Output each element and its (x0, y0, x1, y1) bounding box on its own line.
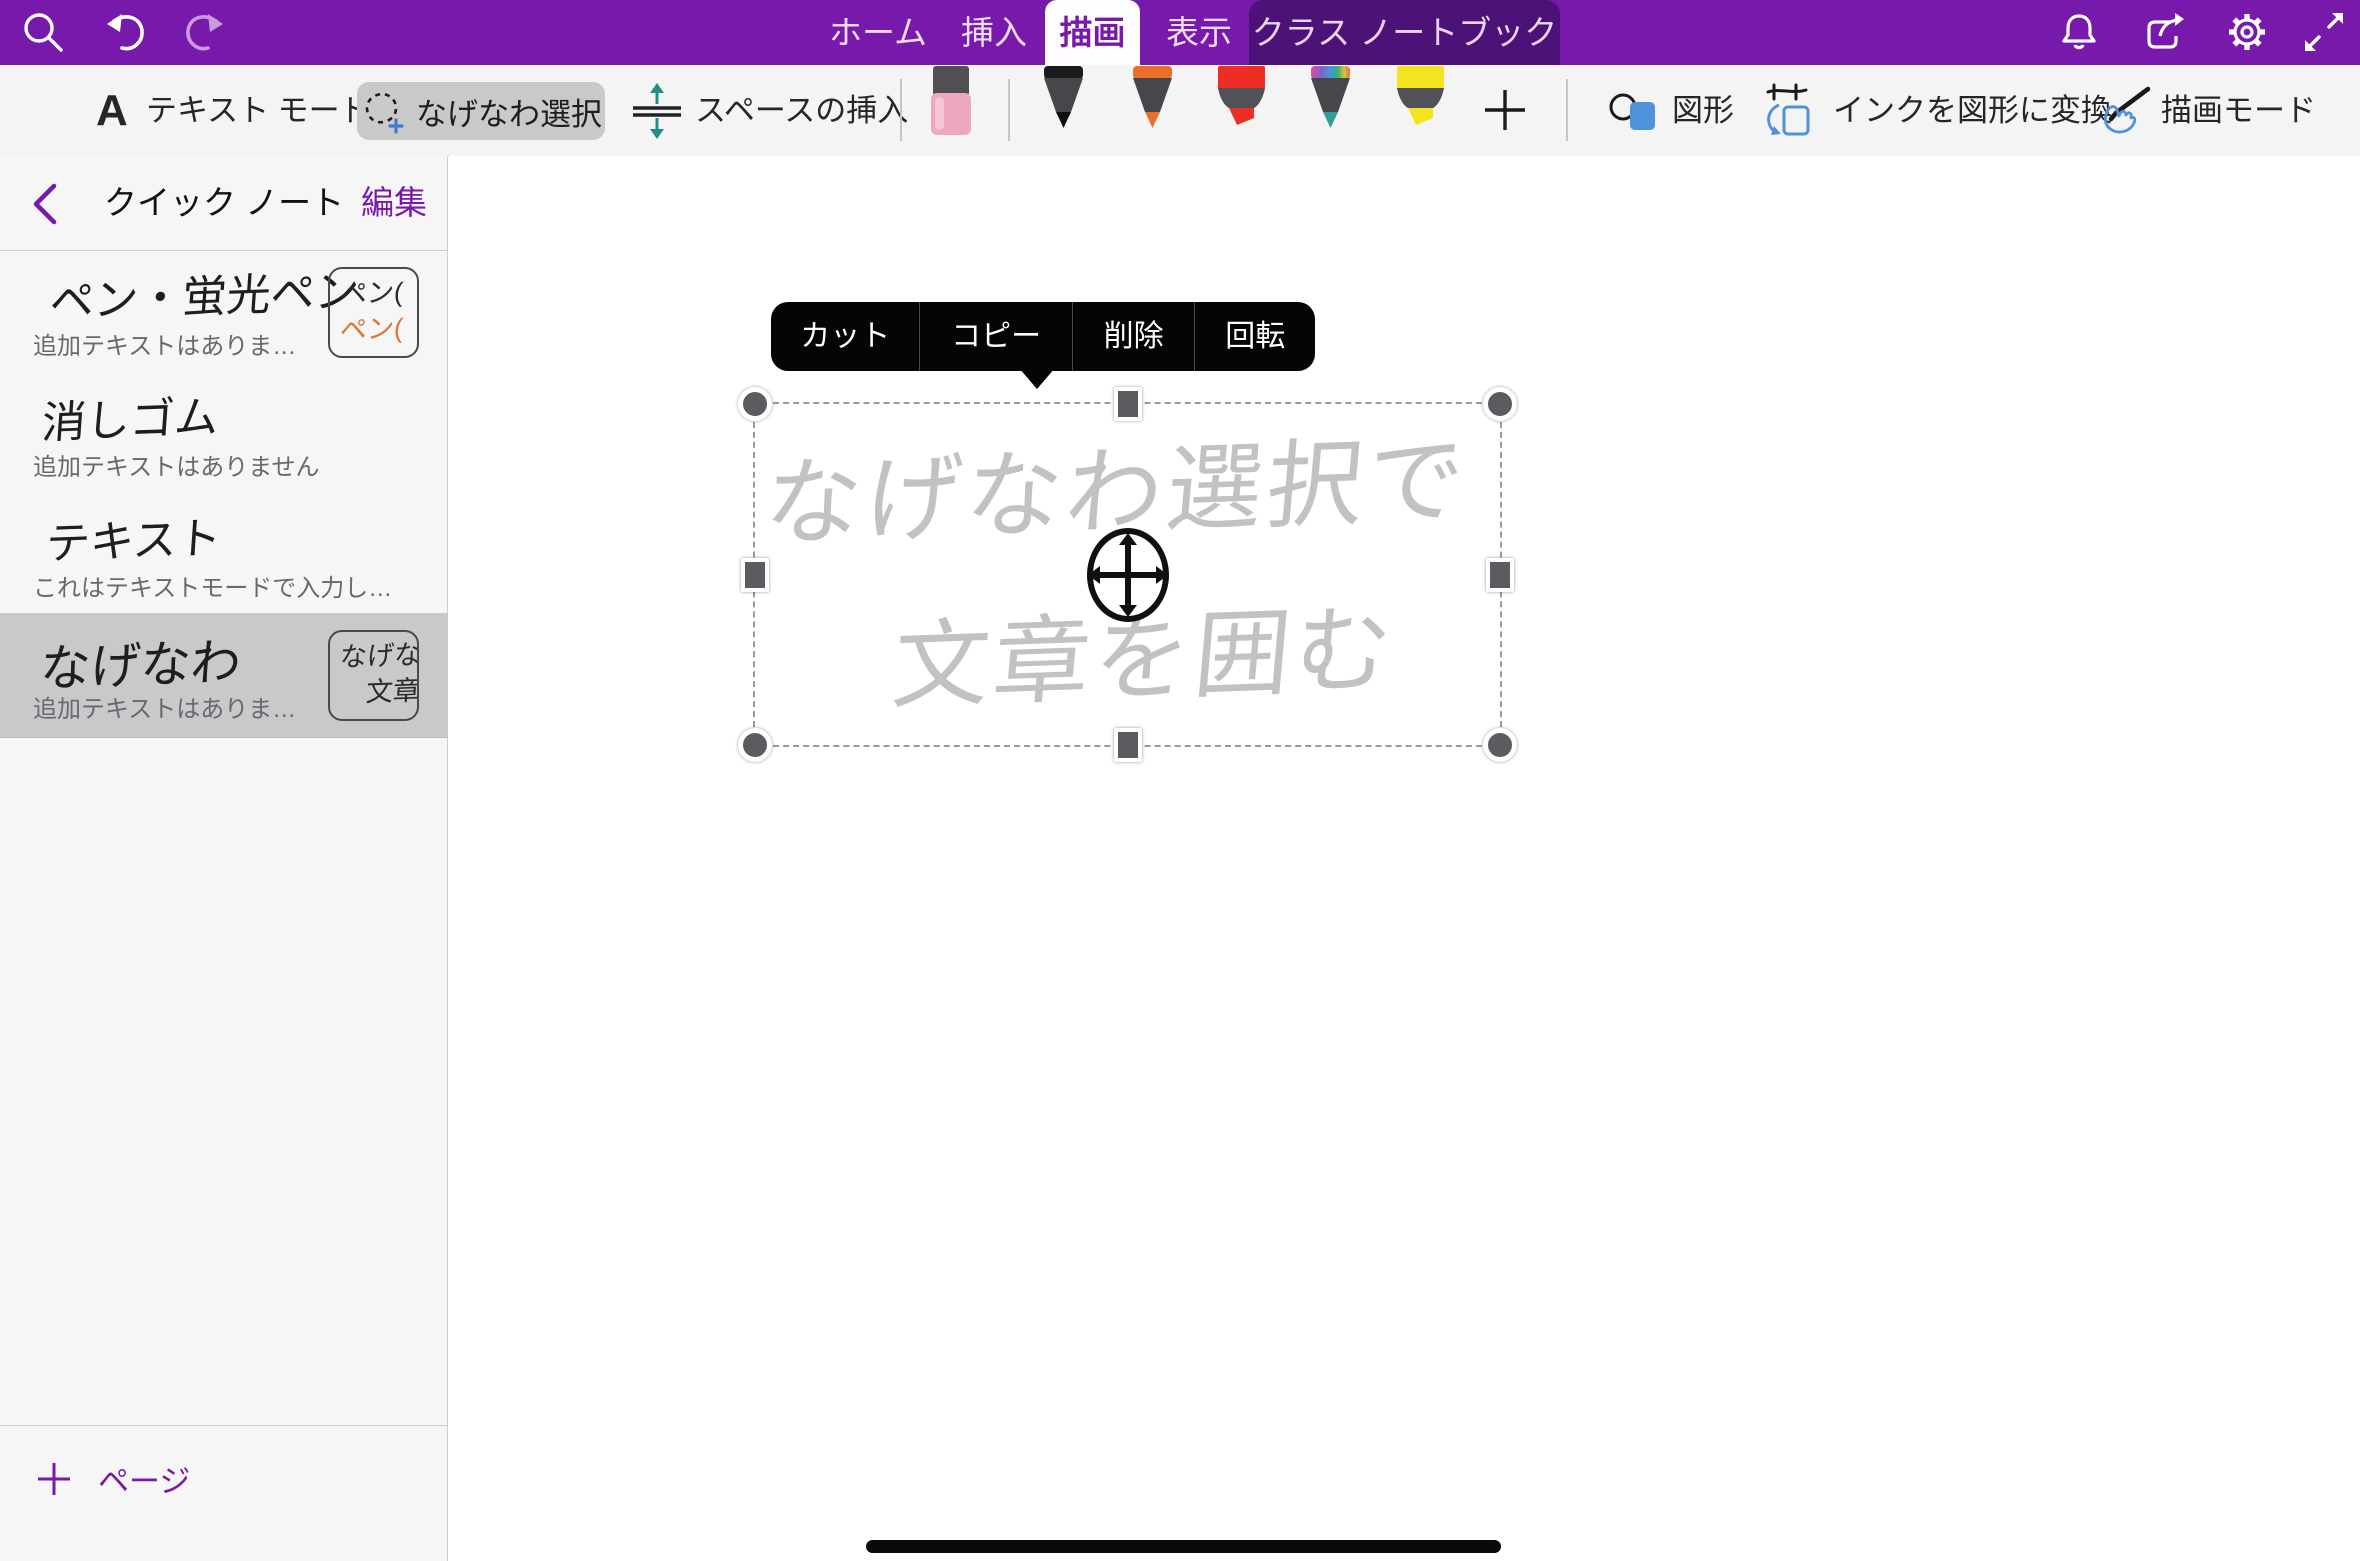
onenote-app: ホーム 挿入 描画 表示 クラス ノートブック (0, 0, 2360, 1561)
thumbnail-ink-line: 文章を (339, 673, 419, 712)
copy-button[interactable]: コピー (919, 302, 1071, 371)
red-highlighter-tool[interactable] (1213, 66, 1270, 129)
insert-space-button[interactable]: スペースの挿入 (695, 65, 908, 156)
notebook-section-title: クイック ノート (104, 156, 344, 250)
rainbow-pen-tool[interactable] (1307, 66, 1354, 130)
lasso-select-button[interactable]: なげなわ選択 (357, 82, 605, 140)
add-page-plus-icon (36, 1461, 72, 1497)
share-icon[interactable] (2140, 8, 2188, 56)
selection-handle-top[interactable] (1114, 387, 1142, 421)
page-item-eraser[interactable]: 消しゴム 追加テキストはありません (0, 371, 448, 492)
shapes-icon (1608, 87, 1662, 135)
search-icon[interactable] (18, 8, 66, 56)
page-thumbnail: ペン( ペン( (328, 267, 419, 358)
shapes-button[interactable]: 図形 (1672, 65, 1734, 156)
selection-handle-top-right[interactable] (1483, 387, 1517, 421)
text-mode-button[interactable]: テキスト モード (146, 65, 371, 156)
page-subtitle: 追加テキストはありま… (33, 689, 296, 724)
thumbnail-ink-line: なげなわ (339, 637, 419, 676)
separator (1566, 79, 1568, 141)
add-pen-plus-icon[interactable] (1483, 88, 1527, 132)
page-subtitle: 追加テキストはありません (33, 447, 320, 482)
eraser-tool[interactable] (931, 66, 971, 136)
draw-mode-icon (2096, 85, 2154, 137)
cut-button[interactable]: カット (771, 302, 919, 371)
undo-icon[interactable] (100, 8, 148, 56)
add-page-button[interactable]: ページ (0, 1425, 448, 1531)
tab-draw[interactable]: 描画 (1045, 0, 1140, 65)
page-item-text[interactable]: テキスト これはテキストモードで入力し… (0, 492, 448, 613)
settings-gear-icon[interactable] (2223, 8, 2271, 56)
draw-mode-button[interactable]: 描画モード (2161, 65, 2316, 156)
insert-space-icon (630, 81, 684, 141)
ink-to-shape-icon (1760, 83, 1814, 139)
thumbnail-ink-line: ペン( (339, 310, 419, 349)
tab-class-notebook[interactable]: クラス ノートブック (1249, 0, 1560, 65)
page-item-lasso-selected[interactable]: なげなわ 追加テキストはありま… なげなわ 文章を (0, 613, 448, 738)
page-title-ink: 消しゴム (40, 381, 221, 451)
page-subtitle: 追加テキストはありま… (33, 326, 296, 361)
page-title-ink: テキスト (44, 502, 224, 572)
home-indicator[interactable] (866, 1540, 1501, 1553)
fullscreen-expand-icon[interactable] (2300, 8, 2348, 56)
yellow-highlighter-tool[interactable] (1392, 66, 1449, 129)
tab-view[interactable]: 表示 (1144, 0, 1254, 65)
text-mode-icon: A (96, 65, 128, 156)
sidebar-header: クイック ノート 編集 (0, 156, 447, 251)
draw-ribbon: A テキスト モード なげなわ選択 スペースの挿入 (0, 65, 2360, 157)
tab-insert[interactable]: 挿入 (939, 0, 1049, 65)
note-canvas[interactable]: カット コピー 削除 回転 なげなわ選択で 文章を囲む (449, 156, 2360, 1561)
redo-icon[interactable] (182, 8, 230, 56)
selection-handle-left[interactable] (741, 558, 769, 592)
tab-home[interactable]: ホーム (823, 0, 933, 65)
black-pen-tool[interactable] (1040, 66, 1087, 130)
selection-handle-top-left[interactable] (738, 387, 772, 421)
selection-handle-bottom-right[interactable] (1483, 728, 1517, 762)
selection-handle-bottom-left[interactable] (738, 728, 772, 762)
selection-handle-right[interactable] (1486, 558, 1514, 592)
page-list-sidebar: クイック ノート 編集 ペン・蛍光ペン 追加テキストはありま… ペン( ペン( … (0, 156, 448, 1561)
move-selection-icon[interactable] (1082, 525, 1174, 625)
context-menu-pointer (1019, 368, 1055, 389)
selection-handle-bottom[interactable] (1114, 728, 1142, 762)
rotate-button[interactable]: 回転 (1194, 302, 1315, 371)
ink-to-shape-button[interactable]: インクを図形に変換 (1833, 65, 2112, 156)
back-chevron-icon[interactable] (30, 182, 60, 226)
page-item-pen-highlighter[interactable]: ペン・蛍光ペン 追加テキストはありま… ペン( ペン( (0, 250, 448, 371)
lasso-icon (360, 88, 406, 134)
title-bar: ホーム 挿入 描画 表示 クラス ノートブック (0, 0, 2360, 65)
separator (1008, 79, 1010, 141)
separator (900, 79, 902, 141)
notifications-bell-icon[interactable] (2055, 8, 2103, 56)
lasso-select-label: なげなわ選択 (416, 89, 602, 134)
page-subtitle: これはテキストモードで入力し… (33, 568, 392, 603)
page-thumbnail: なげなわ 文章を (328, 630, 419, 721)
add-page-label: ページ (98, 1456, 190, 1501)
page-title-ink: ペン・蛍光ペン (48, 255, 361, 330)
thumbnail-ink-line: ペン( (339, 274, 419, 313)
delete-button[interactable]: 削除 (1072, 302, 1195, 371)
ink-context-menu: カット コピー 削除 回転 (771, 302, 1315, 371)
orange-pen-tool[interactable] (1129, 66, 1176, 130)
edit-button[interactable]: 編集 (361, 156, 427, 250)
lasso-selection-box[interactable] (753, 402, 1502, 747)
